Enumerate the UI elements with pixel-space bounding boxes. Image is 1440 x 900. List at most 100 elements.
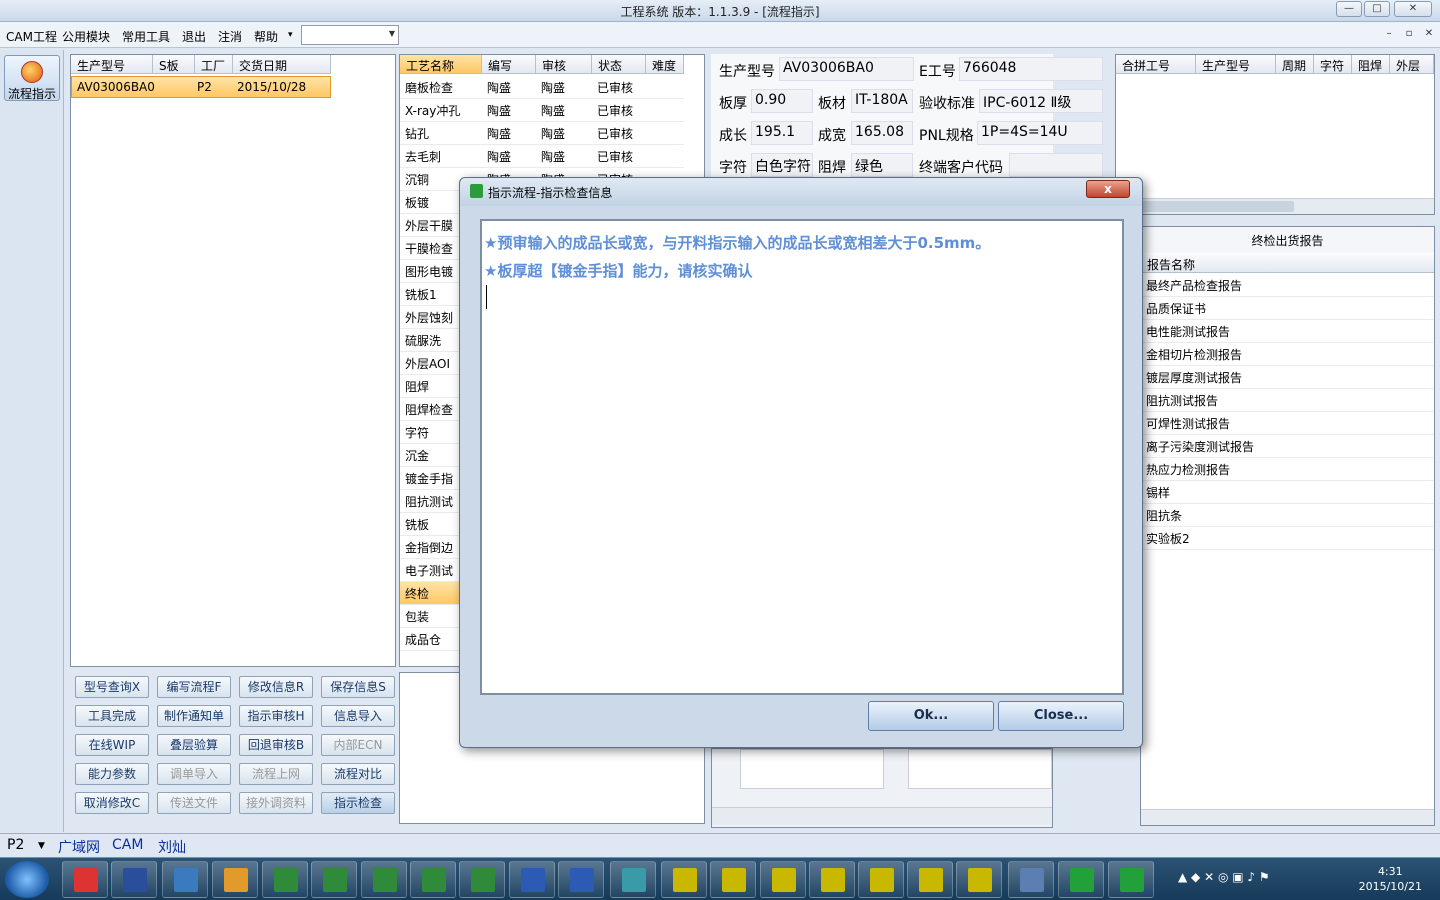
lower-info-scrollbar[interactable] [712, 807, 1052, 825]
taskbar-app-button[interactable] [809, 861, 855, 898]
value-customer[interactable] [1009, 153, 1103, 177]
col-writer[interactable]: 编写 [482, 55, 536, 74]
action-button[interactable]: 信息导入 [321, 705, 395, 727]
taskbar-app-button[interactable] [610, 861, 656, 898]
action-button[interactable]: 传送文件 [157, 792, 231, 814]
report-row[interactable]: 实验板2 [1141, 527, 1434, 550]
report-row[interactable]: 最终产品检查报告 [1141, 274, 1434, 297]
col-difficulty[interactable]: 难度 [646, 55, 684, 74]
ok-button[interactable]: Ok... [868, 701, 994, 731]
menu-logout[interactable]: 注消 [218, 28, 242, 45]
taskbar-app-button[interactable] [361, 861, 407, 898]
close-window-button[interactable]: ✕ [1394, 1, 1432, 17]
value-standard[interactable]: IPC-6012 Ⅱ级 [979, 89, 1103, 113]
menu-help[interactable]: 帮助 [254, 28, 278, 45]
taskbar-app-button[interactable] [509, 861, 555, 898]
action-button[interactable]: 回退审核B [239, 734, 313, 756]
action-button[interactable]: 内部ECN [321, 734, 395, 756]
menu-tools[interactable]: 常用工具 [122, 28, 170, 45]
lower-list-left[interactable] [740, 749, 884, 789]
toolbar-combo[interactable]: ▼ [301, 25, 399, 45]
merge-scrollbar[interactable] [1116, 198, 1434, 214]
taskbar-app-button[interactable] [111, 861, 157, 898]
factory-selector[interactable]: P2 [7, 837, 24, 853]
taskbar-app-button[interactable] [262, 861, 308, 898]
merge-col[interactable]: 阻焊 [1352, 55, 1390, 74]
process-row[interactable]: X-ray冲孔 陶盛 陶盛 已审核 [400, 99, 684, 122]
value-eno[interactable]: 766048 [959, 57, 1103, 81]
mdi-minimize-icon[interactable]: – [1380, 27, 1398, 41]
menu-exit[interactable]: 退出 [182, 28, 206, 45]
merge-col[interactable]: 合拼工号 [1116, 55, 1196, 74]
action-button[interactable]: 保存信息S [321, 676, 395, 698]
taskbar-app-button[interactable] [1058, 861, 1104, 898]
value-char[interactable]: 白色字符 [751, 153, 813, 177]
report-row[interactable]: 品质保证书 [1141, 297, 1434, 320]
action-button[interactable]: 指示检查 [321, 792, 395, 814]
dialog-close-icon[interactable]: x [1086, 180, 1130, 198]
flow-indicator-button[interactable]: 流程指示 [4, 55, 60, 101]
value-model[interactable]: AV03006BA0 [779, 57, 914, 81]
merge-col[interactable]: 周期 [1276, 55, 1314, 74]
mdi-restore-icon[interactable]: ▫ [1400, 27, 1418, 41]
taskbar-app-button[interactable] [956, 861, 1002, 898]
action-button[interactable]: 在线WIP [75, 734, 149, 756]
taskbar-app-button[interactable] [212, 861, 258, 898]
reports-column[interactable]: 报告名称 [1141, 254, 1434, 273]
taskbar-app-button[interactable] [710, 861, 756, 898]
taskbar-app-button[interactable] [62, 861, 108, 898]
merge-col[interactable]: 外层 [1390, 55, 1434, 74]
report-row[interactable]: 热应力检测报告 [1141, 458, 1434, 481]
col-status[interactable]: 状态 [592, 55, 646, 74]
close-button[interactable]: Close... [998, 701, 1124, 731]
start-button[interactable] [5, 861, 49, 898]
taskbar-app-button[interactable] [162, 861, 208, 898]
merge-col[interactable]: 生产型号 [1196, 55, 1276, 74]
action-button[interactable]: 编写流程F [157, 676, 231, 698]
col-reviewer[interactable]: 审核 [536, 55, 592, 74]
taskbar-app-button[interactable] [1108, 861, 1154, 898]
taskbar-app-button[interactable] [907, 861, 953, 898]
process-row[interactable]: 去毛刺 陶盛 陶盛 已审核 [400, 145, 684, 168]
action-button[interactable]: 修改信息R [239, 676, 313, 698]
report-row[interactable]: 镀层厚度测试报告 [1141, 366, 1434, 389]
mdi-close-icon[interactable]: ✕ [1420, 27, 1438, 41]
action-button[interactable]: 取消修改C [75, 792, 149, 814]
lower-list-right[interactable] [908, 749, 1052, 789]
col-sboard[interactable]: S板 [153, 55, 195, 74]
help-dropdown-icon[interactable]: ▾ [288, 30, 293, 40]
report-row[interactable]: 金相切片检测报告 [1141, 343, 1434, 366]
value-width[interactable]: 165.08 [851, 121, 913, 145]
col-model[interactable]: 生产型号 [71, 55, 153, 74]
col-delivery-date[interactable]: 交货日期 [233, 55, 331, 74]
report-row[interactable]: 离子污染度测试报告 [1141, 435, 1434, 458]
menu-cam[interactable]: CAM工程 [6, 28, 57, 45]
action-button[interactable]: 工具完成 [75, 705, 149, 727]
minimize-button[interactable]: — [1336, 1, 1362, 17]
taskbar-app-button[interactable] [661, 861, 707, 898]
report-row[interactable]: 锡样 [1141, 481, 1434, 504]
value-solder[interactable]: 绿色 [851, 153, 913, 177]
dialog-message-area[interactable]: ★预审输入的成品长或宽，与开料指示输入的成品长或宽相差大于0.5mm。 ★板厚超… [480, 219, 1124, 695]
report-row[interactable]: 阻抗测试报告 [1141, 389, 1434, 412]
merge-col[interactable]: 字符 [1314, 55, 1352, 74]
taskbar-app-button[interactable] [858, 861, 904, 898]
col-process-name[interactable]: 工艺名称 [400, 55, 482, 74]
value-material[interactable]: IT-180A [851, 89, 913, 113]
taskbar-app-button[interactable] [311, 861, 357, 898]
tray-icons[interactable]: ▲ ◆ ✕ ◎ ▣ ♪ ⚑ [1178, 870, 1270, 884]
reports-scrollbar[interactable] [1141, 809, 1434, 825]
value-length[interactable]: 195.1 [751, 121, 813, 145]
action-button[interactable]: 流程对比 [321, 763, 395, 785]
action-button[interactable]: 调单导入 [157, 763, 231, 785]
taskbar-app-button[interactable] [1008, 861, 1054, 898]
process-row[interactable]: 磨板检查 陶盛 陶盛 已审核 [400, 76, 684, 99]
value-pnl[interactable]: 1P=4S=14U [977, 121, 1103, 145]
action-button[interactable]: 接外调资料 [239, 792, 313, 814]
chevron-down-icon[interactable]: ▼ [38, 841, 45, 851]
taskbar-app-button[interactable] [558, 861, 604, 898]
merge-scroll-thumb[interactable] [1126, 201, 1294, 212]
report-row[interactable]: 可焊性测试报告 [1141, 412, 1434, 435]
action-button[interactable]: 制作通知单 [157, 705, 231, 727]
maximize-button[interactable]: □ [1364, 1, 1390, 17]
